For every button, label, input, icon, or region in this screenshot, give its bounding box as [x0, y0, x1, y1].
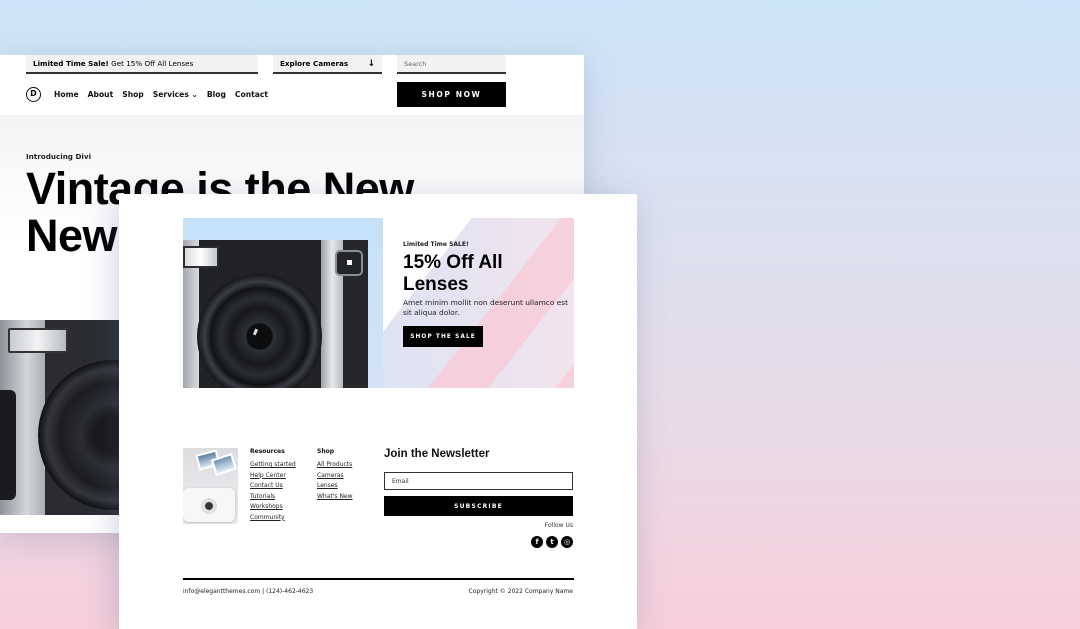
facebook-icon[interactable]: f [531, 536, 543, 548]
link-workshops[interactable]: Workshops [250, 502, 296, 513]
link-community[interactable]: Community [250, 513, 296, 524]
sale-description: Amet minim mollit non deserunt ullamco e… [403, 298, 568, 317]
subscribe-button[interactable]: SUBSCRIBE [384, 496, 573, 516]
hero-camera-image [0, 320, 120, 515]
link-all-products[interactable]: All Products [317, 460, 353, 471]
promo-text: Get 15% Off All Lenses [108, 59, 194, 68]
copyright: Copyright © 2022 Company Name [468, 588, 573, 595]
nav-home[interactable]: Home [54, 90, 79, 99]
link-contact-us[interactable]: Contact Us [250, 481, 296, 492]
nav-about[interactable]: About [88, 90, 114, 99]
explore-cameras-dropdown[interactable]: Explore Cameras ↓ [273, 55, 382, 74]
social-links: f t ◎ [531, 536, 573, 548]
promo-bold: Limited Time Sale! [33, 59, 109, 68]
main-nav: D Home About Shop Services ⌄ Blog Contac… [26, 86, 277, 102]
footer-thumbnail-image [183, 448, 238, 524]
email-field[interactable] [384, 472, 573, 490]
instant-camera-image [183, 240, 368, 388]
link-help-center[interactable]: Help Center [250, 471, 296, 482]
shop-heading: Shop [317, 448, 335, 455]
link-lenses[interactable]: Lenses [317, 481, 353, 492]
nav-services[interactable]: Services ⌄ [153, 90, 198, 99]
resources-column: Resources Getting started Help Center Co… [250, 448, 296, 523]
resources-heading: Resources [250, 448, 285, 455]
follow-us-label: Follow Us [544, 522, 573, 529]
contact-info: info@elegantthemes.com | (124)-462-4623 [183, 588, 314, 595]
shop-the-sale-button[interactable]: SHOP THE SALE [403, 326, 483, 347]
hero-eyebrow: Introducing Divi [26, 152, 92, 161]
shop-now-button[interactable]: SHOP NOW [397, 82, 506, 107]
link-getting-started[interactable]: Getting started [250, 460, 296, 471]
front-page-preview: Limited Time SALE! 15% Off All Lenses Am… [119, 194, 637, 629]
link-whats-new[interactable]: What's New [317, 492, 353, 503]
explore-label: Explore Cameras [280, 59, 349, 68]
sale-title: 15% Off All Lenses [403, 252, 503, 295]
link-cameras[interactable]: Cameras [317, 471, 353, 482]
twitter-icon[interactable]: t [546, 536, 558, 548]
instagram-icon[interactable]: ◎ [561, 536, 573, 548]
nav-contact[interactable]: Contact [235, 90, 268, 99]
promo-banner: Limited Time Sale! Get 15% Off All Lense… [26, 55, 258, 74]
footer-divider [183, 578, 574, 580]
sale-eyebrow: Limited Time SALE! [403, 241, 469, 248]
nav-shop[interactable]: Shop [122, 90, 144, 99]
link-tutorials[interactable]: Tutorials [250, 492, 296, 503]
search-input[interactable] [397, 55, 506, 74]
nav-blog[interactable]: Blog [207, 90, 226, 99]
newsletter-title: Join the Newsletter [384, 448, 490, 460]
top-bar: Limited Time Sale! Get 15% Off All Lense… [0, 55, 584, 75]
divi-logo-icon[interactable]: D [26, 86, 41, 102]
shop-column: Shop All Products Cameras Lenses What's … [317, 448, 353, 502]
arrow-down-icon: ↓ [367, 59, 375, 69]
